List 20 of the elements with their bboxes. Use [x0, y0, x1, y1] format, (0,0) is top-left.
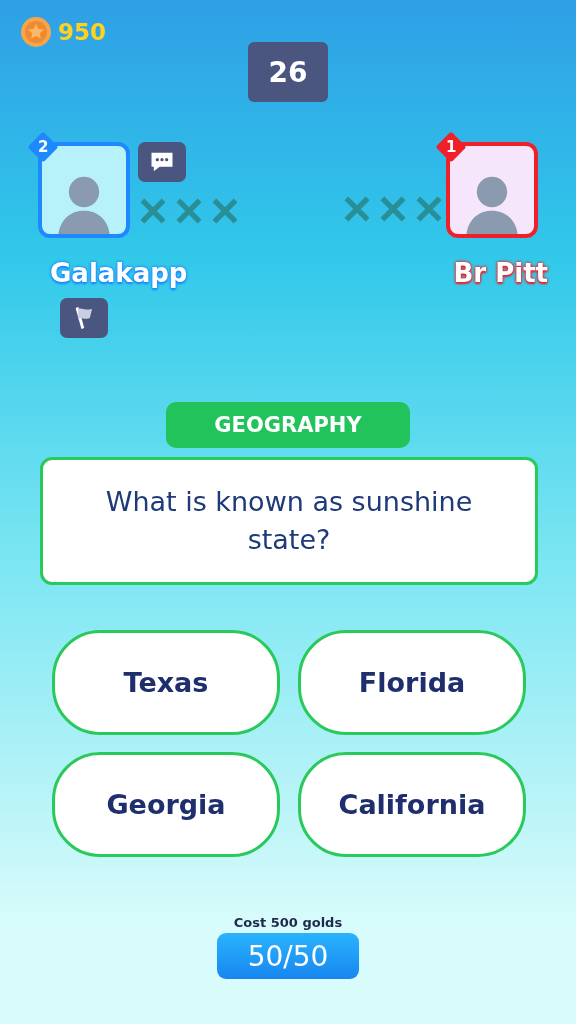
coin-count: 950 [58, 19, 106, 45]
category-label: GEOGRAPHY [166, 402, 410, 448]
cross-icon [212, 198, 238, 224]
timer: 26 [248, 42, 328, 102]
cross-icon [344, 196, 370, 222]
answer-button[interactable]: Texas [52, 630, 280, 735]
answer-button[interactable]: California [298, 752, 526, 857]
chat-button[interactable] [138, 142, 186, 182]
cross-icon [176, 198, 202, 224]
question-text: What is known as sunshine state? [104, 485, 474, 557]
coin-icon [20, 16, 52, 48]
answer-button[interactable]: Florida [298, 630, 526, 735]
flag-button[interactable] [60, 298, 108, 338]
answer-button[interactable]: Georgia [52, 752, 280, 857]
cross-icon [416, 196, 442, 222]
cross-icon [140, 198, 166, 224]
player-name: Br Pitt [453, 258, 548, 288]
player-name: Galakapp [50, 258, 189, 288]
cross-icon [380, 196, 406, 222]
cost-label: Cost 500 golds [233, 915, 343, 930]
